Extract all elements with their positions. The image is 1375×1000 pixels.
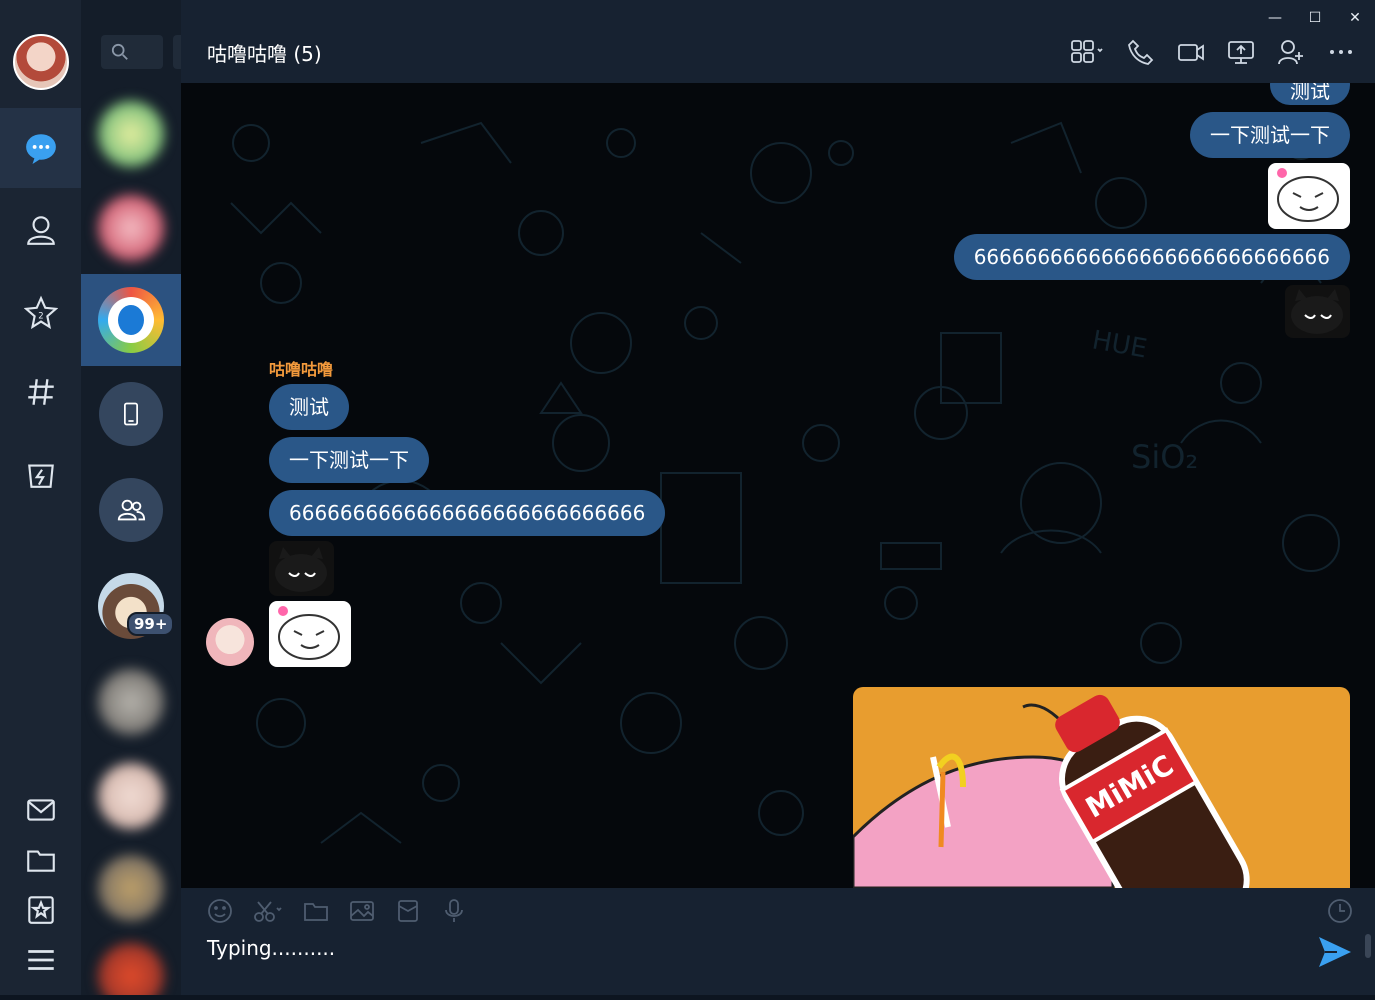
conversation-item[interactable] — [81, 656, 181, 748]
add-member-icon[interactable] — [1277, 38, 1305, 66]
header-actions — [1069, 38, 1355, 66]
send-icon[interactable] — [1317, 934, 1353, 970]
conversation-item[interactable] — [81, 930, 181, 995]
conversation-item-active[interactable] — [81, 274, 181, 366]
nav-apps[interactable] — [0, 434, 81, 514]
window-controls: — ☐ ✕ — [1255, 4, 1375, 32]
cat-sticker-image — [275, 547, 327, 592]
conversation-item[interactable] — [81, 464, 181, 556]
maximize-button[interactable]: ☐ — [1295, 4, 1335, 32]
nav-favorites[interactable]: 2 — [0, 272, 81, 352]
microphone-icon[interactable] — [441, 898, 467, 924]
conversation-item[interactable] — [81, 750, 181, 842]
conversation-item[interactable] — [81, 368, 181, 460]
chat-title: 咕噜咕噜 (5) — [207, 42, 322, 66]
chat-header: 咕噜咕噜 (5) — ☐ ✕ — [181, 0, 1375, 83]
image-message[interactable]: MiMiC — [853, 687, 1350, 888]
svg-text:SiO₂: SiO₂ — [1131, 438, 1198, 476]
sticker-incoming[interactable] — [269, 601, 351, 667]
chat-bubble-icon — [25, 134, 56, 164]
sender-avatar[interactable] — [206, 618, 254, 666]
svg-text:2: 2 — [38, 311, 43, 321]
hamburger-icon — [27, 950, 54, 970]
input-scrollbar[interactable] — [1365, 934, 1371, 958]
unread-badge: 99+ — [127, 612, 175, 636]
message-bubble-outgoing[interactable]: 测试 — [1270, 83, 1350, 105]
message-bubble-outgoing[interactable]: 6666666666666666666666666666 — [953, 234, 1350, 280]
phone-icon[interactable] — [1127, 38, 1155, 66]
message-area[interactable]: HUE SiO₂ 测试 一下测试一下 666666666666666666666… — [181, 83, 1375, 888]
nav-channels[interactable] — [0, 352, 81, 432]
sticker-image — [278, 606, 340, 660]
hashtag-icon — [27, 379, 54, 405]
conversation-item[interactable] — [81, 842, 181, 934]
image-icon[interactable] — [349, 898, 375, 924]
cat-sticker-image — [1291, 289, 1343, 334]
lightning-card-icon — [27, 464, 54, 488]
search-box[interactable] — [101, 35, 163, 69]
drink-image: MiMiC — [853, 694, 1250, 888]
emoji-icon[interactable] — [207, 898, 233, 924]
more-icon[interactable] — [1327, 38, 1355, 66]
minimize-button[interactable]: — — [1255, 4, 1295, 32]
sticker-incoming[interactable] — [269, 541, 334, 596]
sticker-image — [1277, 168, 1339, 222]
message-bubble-incoming[interactable]: 6666666666666666666666666666 — [269, 490, 666, 536]
nav-messages[interactable] — [0, 108, 81, 188]
message-bubble-incoming[interactable]: 测试 — [269, 384, 349, 430]
nav-menu[interactable] — [0, 920, 81, 1000]
red-packet-icon[interactable] — [395, 898, 421, 924]
screenshot-scissors-icon[interactable] — [253, 898, 283, 924]
folder-icon[interactable] — [303, 898, 329, 924]
nav-contacts[interactable] — [0, 190, 81, 270]
add-button[interactable] — [173, 35, 181, 69]
qq-penguin-icon — [108, 297, 154, 343]
search-icon — [111, 43, 128, 60]
nav-rail: 2 — [0, 0, 81, 995]
screen-share-icon[interactable] — [1227, 38, 1255, 66]
message-bubble-outgoing[interactable]: 一下测试一下 — [1190, 112, 1350, 158]
conversation-item[interactable]: 99+ — [81, 560, 181, 652]
sticker-outgoing[interactable] — [1268, 163, 1350, 229]
contacts-icon — [26, 216, 55, 245]
sender-name: 咕噜咕噜 — [269, 360, 334, 379]
video-call-icon[interactable] — [1177, 38, 1205, 66]
conversation-list: 99+ — [81, 0, 181, 995]
conversation-item[interactable] — [81, 182, 181, 274]
composer-toolbar — [207, 898, 467, 924]
history-clock-icon[interactable] — [1327, 898, 1353, 924]
apps-grid-icon[interactable] — [1069, 38, 1105, 66]
message-bubble-incoming[interactable]: 一下测试一下 — [269, 437, 429, 483]
close-button[interactable]: ✕ — [1335, 4, 1375, 32]
composer: Typing.......... — [181, 888, 1375, 995]
my-avatar[interactable] — [13, 34, 69, 90]
device-icon — [124, 402, 138, 426]
group-icon — [117, 499, 146, 521]
conversation-item[interactable] — [81, 88, 181, 180]
svg-text:HUE: HUE — [1090, 325, 1149, 364]
star-icon: 2 — [23, 295, 58, 329]
message-input[interactable]: Typing.......... — [207, 936, 335, 960]
sticker-outgoing[interactable] — [1285, 285, 1350, 338]
